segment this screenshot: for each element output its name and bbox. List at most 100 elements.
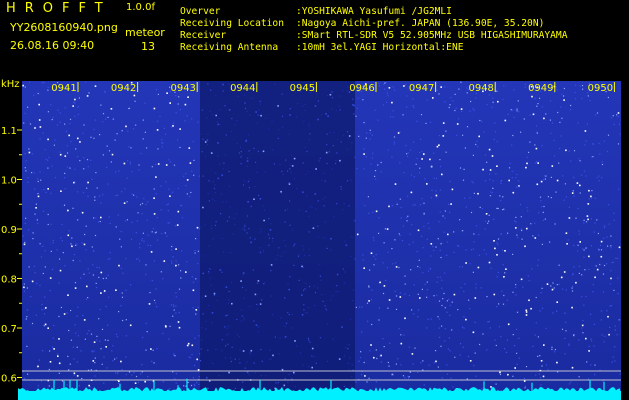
noise-speck: [487, 321, 489, 323]
noise-speck: [428, 364, 430, 366]
noise-speck: [83, 168, 85, 170]
noise-speck: [397, 132, 400, 134]
noise-speck: [118, 170, 120, 172]
noise-speck: [75, 148, 77, 150]
noise-speck: [570, 381, 572, 383]
noise-speck: [497, 207, 499, 210]
noise-speck: [507, 323, 510, 326]
noise-speck: [162, 381, 164, 383]
noise-speck: [346, 180, 349, 182]
noise-speck: [36, 283, 38, 285]
noise-speck: [265, 375, 267, 377]
noise-speck: [352, 289, 355, 291]
noise-speck: [294, 243, 296, 245]
noise-speck: [531, 268, 533, 270]
noise-speck: [212, 362, 214, 364]
noise-speck: [136, 220, 138, 222]
noise-speck: [565, 149, 567, 152]
noise-speck: [601, 163, 604, 166]
noise-speck: [248, 374, 250, 376]
noise-speck: [323, 205, 325, 207]
noise-speck: [393, 141, 395, 143]
noise-speck: [525, 311, 528, 313]
noise-speck: [576, 182, 579, 184]
noise-speck: [256, 303, 258, 306]
noise-speck: [64, 172, 66, 174]
noise-speck: [491, 192, 493, 194]
noise-speck: [355, 115, 357, 117]
noise-speck: [87, 166, 89, 168]
noise-speck: [130, 147, 132, 149]
noise-speck: [175, 95, 177, 97]
noise-speck: [246, 361, 248, 363]
noise-speck: [436, 145, 439, 148]
noise-speck: [251, 97, 253, 99]
noise-speck: [287, 283, 289, 285]
noise-speck: [476, 140, 478, 142]
noise-speck: [160, 271, 162, 273]
noise-speck: [308, 123, 310, 125]
noise-speck: [354, 219, 356, 222]
noise-speck: [207, 387, 209, 390]
noise-speck: [437, 316, 439, 318]
noise-speck: [583, 256, 585, 258]
noise-speck: [563, 87, 565, 90]
noise-speck: [355, 306, 357, 308]
noise-speck: [614, 360, 616, 362]
noise-speck: [469, 308, 471, 310]
noise-speck: [175, 382, 177, 384]
noise-speck: [581, 296, 583, 298]
noise-speck: [493, 293, 496, 296]
noise-speck: [388, 299, 391, 301]
noise-speck: [383, 83, 385, 85]
noise-speck: [128, 146, 130, 148]
noise-speck: [273, 163, 275, 165]
noise-speck: [382, 338, 384, 340]
noise-speck: [240, 280, 242, 282]
noise-speck: [477, 146, 479, 148]
noise-speck: [30, 296, 32, 298]
noise-speck: [571, 366, 574, 369]
noise-speck: [88, 92, 90, 94]
noise-speck: [535, 147, 538, 150]
noise-speck: [169, 102, 171, 104]
noise-speck: [573, 244, 575, 247]
noise-speck: [544, 175, 546, 177]
noise-speck: [274, 84, 276, 86]
noise-speck: [208, 245, 210, 247]
noise-speck: [575, 281, 577, 284]
noise-speck: [207, 305, 210, 307]
noise-speck: [575, 84, 577, 86]
noise-speck: [421, 151, 423, 153]
noise-speck: [320, 279, 322, 281]
noise-speck: [537, 264, 539, 266]
noise-speck: [526, 227, 528, 230]
noise-speck: [503, 294, 505, 297]
noise-speck: [61, 240, 63, 242]
noise-speck: [23, 286, 25, 289]
noise-speck: [116, 333, 118, 335]
noise-speck: [271, 314, 273, 316]
noise-speck: [449, 350, 451, 352]
noise-speck: [254, 293, 257, 296]
noise-speck: [418, 172, 421, 174]
noise-speck: [320, 114, 323, 116]
noise-speck: [253, 362, 255, 364]
noise-speck: [125, 374, 127, 376]
noise-speck: [303, 304, 305, 306]
noise-speck: [274, 336, 276, 338]
noise-speck: [520, 216, 522, 218]
noise-speck: [399, 162, 401, 164]
noise-speck: [607, 315, 609, 318]
noise-speck: [416, 250, 418, 253]
noise-speck: [142, 336, 144, 339]
noise-speck: [229, 252, 231, 254]
noise-speck: [581, 174, 583, 176]
noise-speck: [500, 182, 502, 185]
noise-speck: [387, 307, 389, 309]
noise-speck: [374, 175, 376, 177]
noise-speck: [406, 106, 408, 108]
noise-speck: [245, 289, 247, 291]
noise-speck: [72, 207, 74, 209]
noise-speck: [263, 219, 265, 222]
